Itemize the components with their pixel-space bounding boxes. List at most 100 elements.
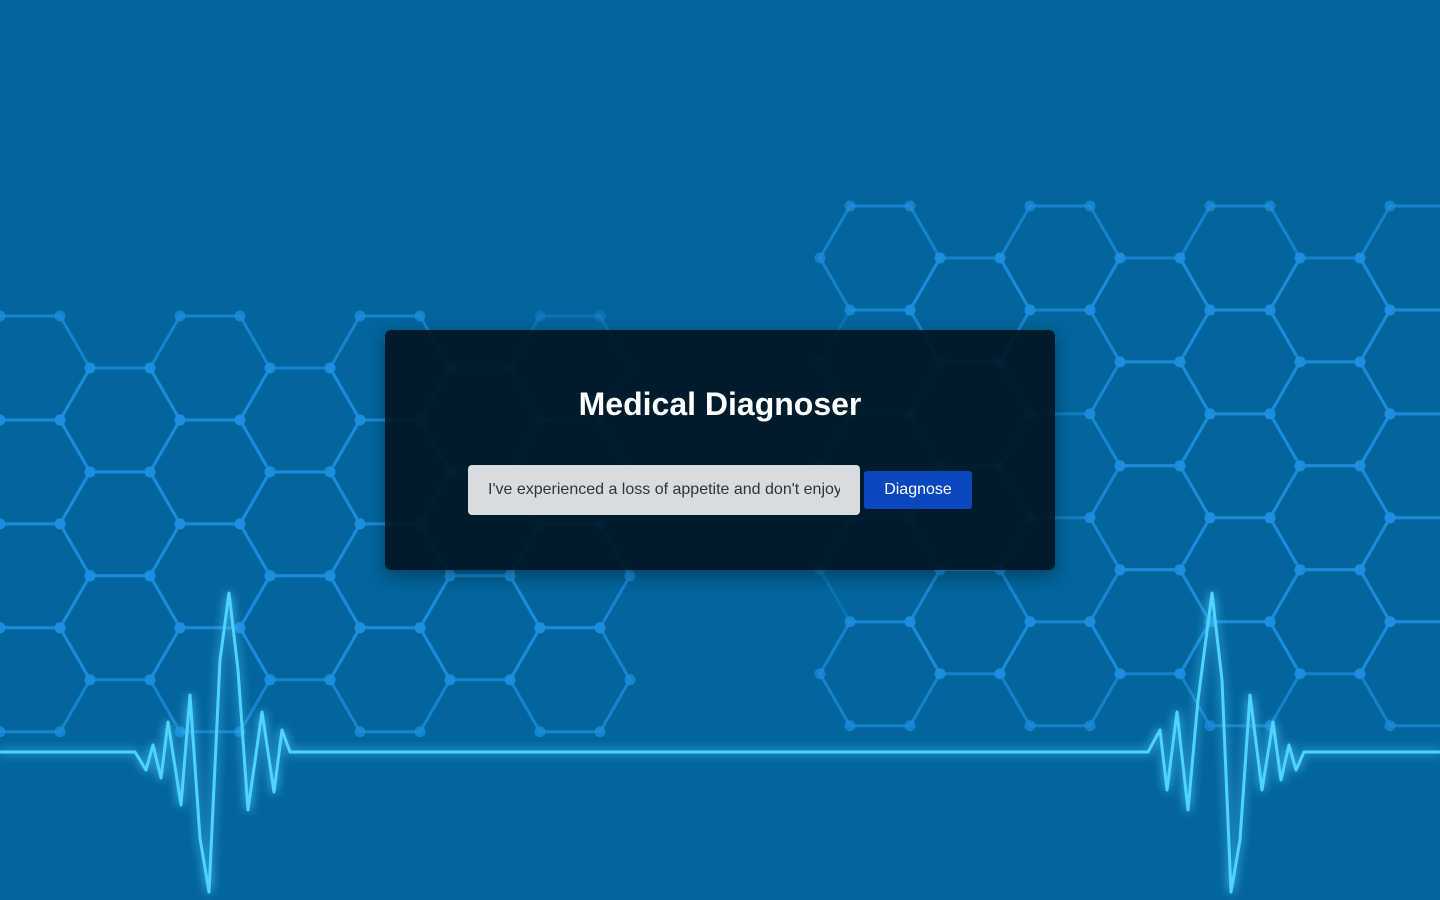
molecule-node: [324, 466, 336, 478]
molecule-node: [904, 720, 916, 732]
hexagon-cell: [1088, 464, 1212, 572]
molecule-node: [144, 570, 156, 582]
molecule-node: [534, 310, 546, 322]
molecule-node: [174, 622, 186, 634]
molecule-node: [934, 252, 946, 264]
molecule-node: [264, 466, 276, 478]
molecule-node: [1084, 720, 1096, 732]
hexagon-cell: [508, 626, 632, 734]
molecule-node: [84, 674, 96, 686]
molecule-node: [594, 310, 606, 322]
hexagon-cell: [0, 522, 92, 630]
molecule-node: [144, 466, 156, 478]
hexagon-cell: [818, 620, 942, 728]
molecule-node: [1294, 564, 1306, 576]
molecule-node: [1384, 616, 1396, 628]
hexagon-cell: [1178, 516, 1302, 624]
molecule-node: [1204, 200, 1216, 212]
molecule-node: [534, 726, 546, 738]
molecule-node: [1024, 720, 1036, 732]
molecule-node: [844, 720, 856, 732]
molecule-node: [1174, 564, 1186, 576]
molecule-node: [0, 622, 6, 634]
molecule-node: [324, 362, 336, 374]
hexagon-cell: [418, 574, 542, 682]
molecule-node: [1204, 720, 1216, 732]
molecule-node: [844, 304, 856, 316]
hexagon-cell: [1088, 256, 1212, 364]
molecule-node: [1174, 356, 1186, 368]
molecule-node: [0, 518, 6, 530]
molecule-node: [174, 726, 186, 738]
hexagon-cell: [148, 522, 272, 630]
molecule-node: [1114, 564, 1126, 576]
molecule-node: [444, 570, 456, 582]
molecule-node: [504, 570, 516, 582]
molecule-node: [994, 252, 1006, 264]
hexagon-cell: [238, 366, 362, 474]
molecule-node: [594, 622, 606, 634]
hexagon-cell: [1358, 204, 1440, 312]
molecule-node: [1024, 616, 1036, 628]
hexagon-cell: [148, 418, 272, 526]
molecule-node: [354, 414, 366, 426]
hexagon-cell: [0, 418, 92, 526]
molecule-node: [624, 674, 636, 686]
hexagon-cell: [1178, 204, 1302, 312]
molecule-node: [144, 674, 156, 686]
hexagon-cell: [1268, 568, 1392, 676]
molecule-node: [354, 726, 366, 738]
hexagon-cell: [58, 574, 182, 682]
hexagon-cell: [998, 620, 1122, 728]
molecule-node: [0, 414, 6, 426]
molecule-node: [1294, 460, 1306, 472]
symptom-input[interactable]: [468, 465, 860, 515]
molecule-node: [444, 674, 456, 686]
molecule-node: [994, 668, 1006, 680]
hexagon-cell: [1088, 568, 1212, 676]
molecule-node: [534, 622, 546, 634]
molecule-node: [1264, 512, 1276, 524]
molecule-node: [264, 674, 276, 686]
molecule-node: [594, 726, 606, 738]
hexagon-cell: [0, 314, 92, 422]
molecule-node: [174, 518, 186, 530]
molecule-node: [1384, 200, 1396, 212]
molecule-node: [934, 668, 946, 680]
molecule-node: [1174, 252, 1186, 264]
hexagon-cell: [58, 470, 182, 578]
molecule-node: [54, 726, 66, 738]
molecule-node: [144, 362, 156, 374]
molecule-node: [0, 726, 6, 738]
hexagon-cell: [818, 204, 942, 312]
molecule-node: [84, 466, 96, 478]
molecule-node: [1204, 304, 1216, 316]
molecule-node: [1294, 356, 1306, 368]
molecule-node: [1114, 668, 1126, 680]
hexagon-cell: [58, 366, 182, 474]
hexagon-cell: [1358, 620, 1440, 728]
hexagon-cell: [148, 626, 272, 734]
molecule-node: [54, 622, 66, 634]
hexagon-cell: [1268, 464, 1392, 572]
molecule-node: [324, 570, 336, 582]
molecule-node: [1204, 408, 1216, 420]
molecule-node: [1294, 252, 1306, 264]
molecule-node: [814, 252, 826, 264]
diagnoser-panel: Medical Diagnoser Diagnose: [385, 330, 1055, 570]
molecule-node: [1174, 460, 1186, 472]
hexagon-cell: [1268, 256, 1392, 364]
molecule-node: [234, 310, 246, 322]
hexagon-cell: [1088, 360, 1212, 468]
molecule-node: [1114, 356, 1126, 368]
diagnose-button[interactable]: Diagnose: [864, 471, 972, 509]
molecule-node: [84, 570, 96, 582]
molecule-node: [264, 362, 276, 374]
hexagon-cell: [998, 204, 1122, 312]
hexagon-cell: [1358, 308, 1440, 416]
molecule-node: [234, 518, 246, 530]
molecule-node: [354, 310, 366, 322]
hexagon-cell: [1358, 516, 1440, 624]
molecule-node: [1084, 200, 1096, 212]
molecule-node: [324, 674, 336, 686]
